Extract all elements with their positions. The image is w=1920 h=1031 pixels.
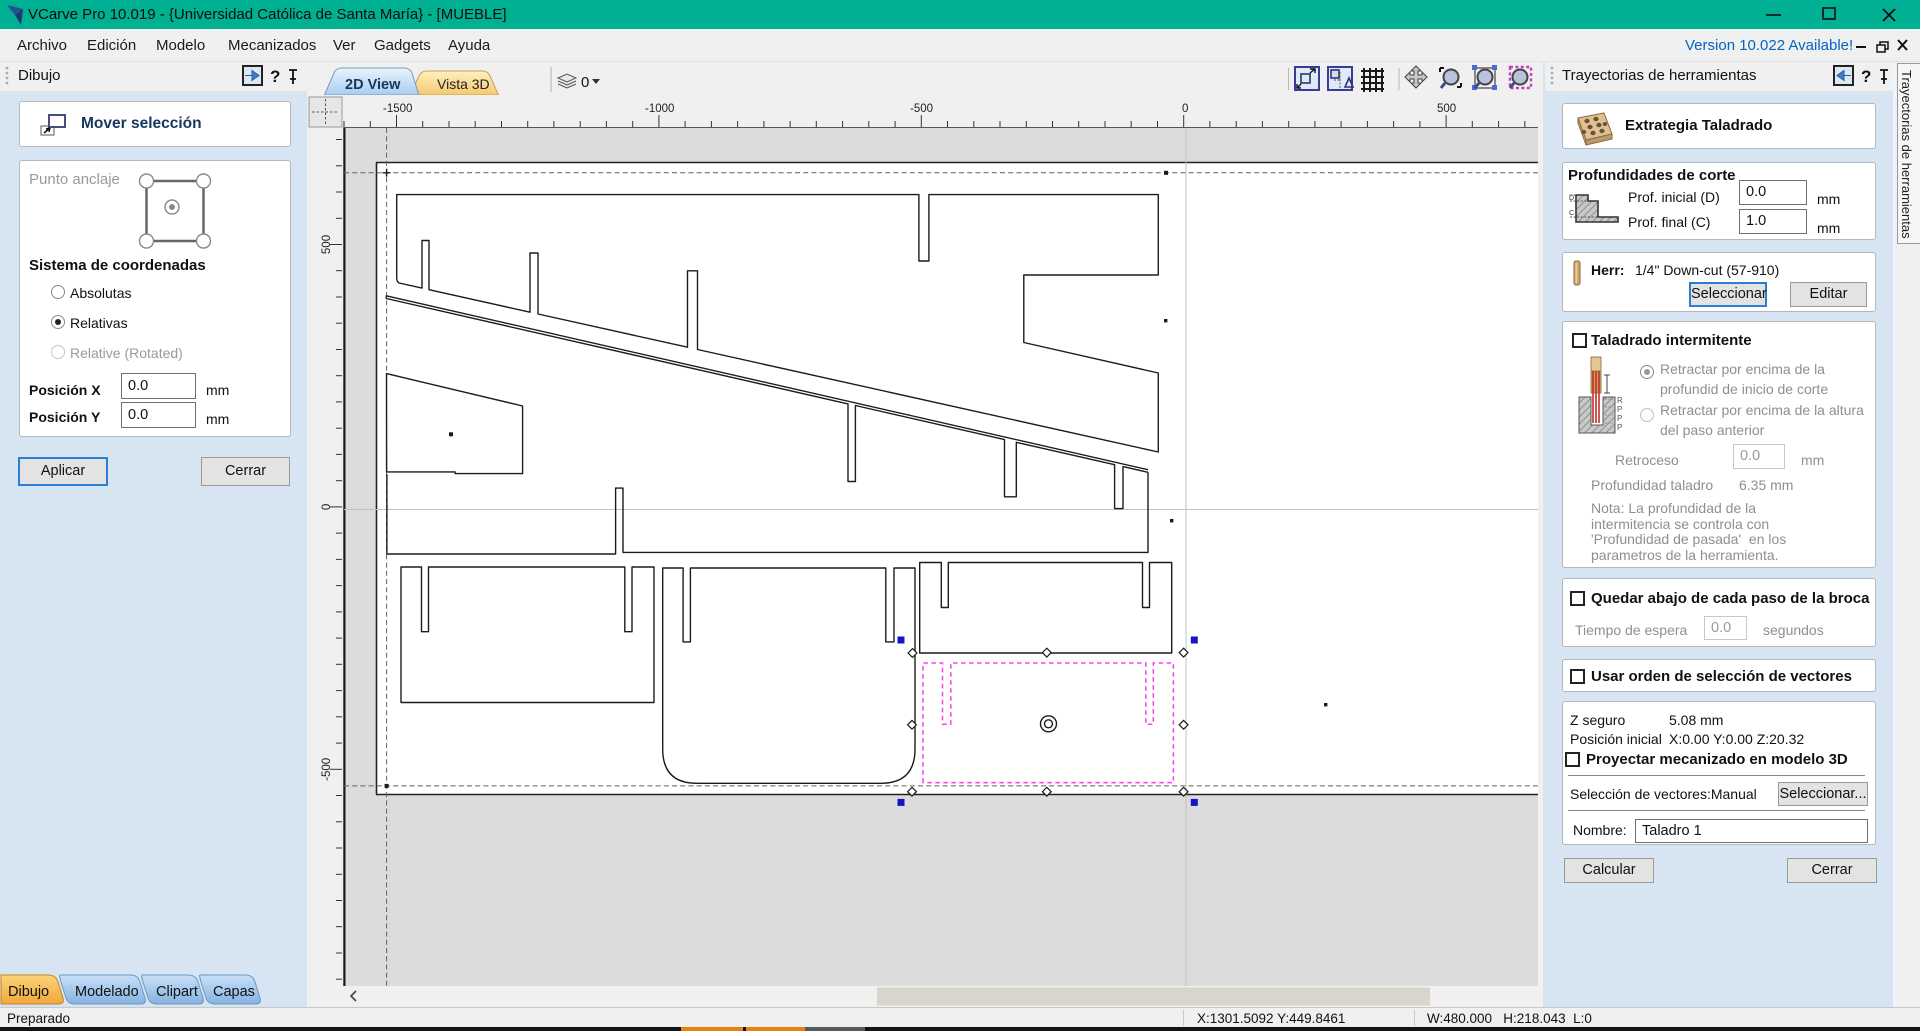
- svg-text:-500: -500: [321, 758, 333, 781]
- svg-text:D: D: [1569, 195, 1574, 202]
- svg-text:Modelado: Modelado: [75, 984, 139, 1000]
- svg-text:Capas: Capas: [213, 984, 255, 1000]
- svg-text:P: P: [1617, 405, 1622, 414]
- svg-text:0: 0: [1182, 103, 1188, 115]
- svg-text:Dibujo: Dibujo: [8, 984, 49, 1000]
- svg-text:500: 500: [321, 235, 333, 254]
- svg-text:P: P: [1617, 414, 1622, 423]
- svg-text:-1000: -1000: [645, 103, 674, 115]
- svg-text:0: 0: [581, 74, 589, 91]
- svg-text:0: 0: [321, 504, 333, 510]
- svg-text:2D View: 2D View: [345, 77, 401, 93]
- svg-text:Vista 3D: Vista 3D: [437, 76, 490, 92]
- svg-text:?: ?: [1861, 67, 1871, 86]
- svg-text:-1500: -1500: [383, 103, 412, 115]
- svg-text:?: ?: [270, 67, 280, 86]
- svg-text:R: R: [1617, 396, 1623, 405]
- svg-text:C: C: [1569, 210, 1574, 217]
- svg-text:Clipart: Clipart: [156, 984, 198, 1000]
- svg-text:-500: -500: [910, 103, 933, 115]
- svg-text:P: P: [1617, 423, 1622, 432]
- svg-text:500: 500: [1437, 103, 1456, 115]
